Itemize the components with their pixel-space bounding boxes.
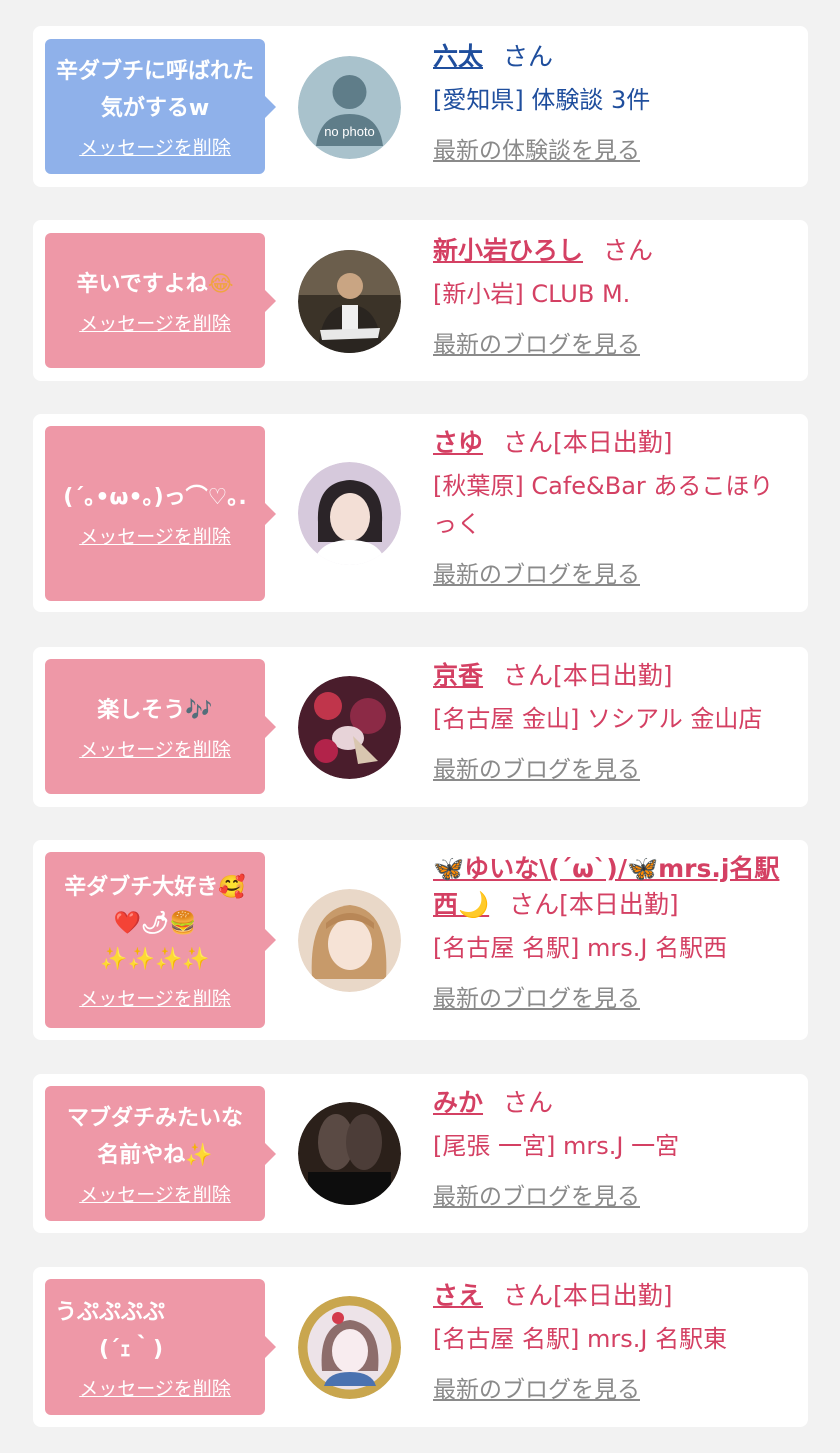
sender-name-link[interactable]: みか [433,1088,483,1117]
latest-review-link[interactable]: 最新の体験談を見る [433,131,640,165]
message-bubble: 辛ダブチに呼ばれた気がするw メッセージを削除 [45,39,276,174]
sender-info: みか さん [尾張 一宮] mrs.J 一宮 最新のブログを見る [433,1085,793,1211]
sender-shop: [新小岩] CLUB M. [433,280,631,308]
avatar[interactable]: no photo [298,56,401,159]
message-card: マブダチみたいな 名前やね✨ メッセージを削除 みか さん [尾張 一宮] mrs… [33,1074,808,1233]
message-card: 辛ダブチ大好き🥰 ❤️🌶🍔 ✨✨✨✨ メッセージを削除 🦋ゆいな\(´ω`)/🦋… [33,840,808,1040]
sender-honorific: さん[本日出勤] [503,661,673,690]
latest-blog-link[interactable]: 最新のブログを見る [433,750,640,784]
message-text: 楽しそう [97,697,186,723]
sender-honorific: さん [503,1088,554,1117]
message-text: うぷぷぷぷ (´ｪ｀) [55,1299,166,1362]
sender-honorific: さん[本日出勤] [503,428,673,457]
avatar-placeholder-text: no photo [324,124,375,139]
latest-blog-link[interactable]: 最新のブログを見る [433,325,640,359]
avatar[interactable] [298,1102,401,1205]
avatar[interactable] [298,462,401,565]
message-bubble: マブダチみたいな 名前やね✨ メッセージを削除 [45,1086,276,1221]
message-text: 辛ダブチに呼ばれた気がするw [55,59,254,121]
delete-message-link[interactable]: メッセージを削除 [79,309,231,336]
kimono-photo-avatar-icon [298,676,401,779]
sender-honorific: さん [503,42,554,71]
sender-info: 🦋ゆいな\(´ω`)/🦋mrs.j名駅西🌙 さん[本日出勤] [名古屋 名駅] m… [433,851,793,1013]
message-card: 辛いですよね😂 メッセージを削除 新小岩ひろし さん [新小岩] CLUB M. … [33,220,808,381]
girl-photo-avatar-icon [298,462,401,565]
delete-message-link[interactable]: メッセージを削除 [79,1180,231,1207]
blonde-girl-photo-avatar-icon [298,889,401,992]
sender-shop: [愛知県] 体験談 3件 [433,86,651,114]
delete-message-link[interactable]: メッセージを削除 [79,984,231,1011]
message-list: 辛ダブチに呼ばれた気がするw メッセージを削除 no photo 六太 さん [愛… [0,0,840,1453]
sender-info: 六太 さん [愛知県] 体験談 3件 最新の体験談を見る [433,39,793,165]
sender-shop: [名古屋 名駅] mrs.J 名駅西 [433,934,728,962]
message-bubble: (´｡•ω•｡)っ⌒♡｡. メッセージを削除 [45,426,276,601]
message-bubble: 辛ダブチ大好き🥰 ❤️🌶🍔 ✨✨✨✨ メッセージを削除 [45,852,276,1028]
delete-message-link[interactable]: メッセージを削除 [79,522,231,549]
latest-blog-link[interactable]: 最新のブログを見る [433,1370,640,1404]
sender-shop: [名古屋 名駅] mrs.J 名駅東 [433,1325,728,1353]
laugh-emoji-icon: 😂 [207,271,234,297]
sender-honorific: さん [603,236,654,265]
sender-shop: [秋葉原] Cafe&Bar あるこほりっく [433,472,774,538]
message-card: 辛ダブチに呼ばれた気がするw メッセージを削除 no photo 六太 さん [愛… [33,26,808,187]
message-text: (´｡•ω•｡)っ⌒♡｡. [63,484,247,510]
sender-info: 京香 さん[本日出勤] [名古屋 金山] ソシアル 金山店 最新のブログを見る [433,658,793,784]
sender-info: さえ さん[本日出勤] [名古屋 名駅] mrs.J 名駅東 最新のブログを見る [433,1278,793,1404]
legs-photo-avatar-icon [298,1102,401,1205]
sender-name-link[interactable]: 京香 [433,661,483,690]
avatar[interactable] [298,250,401,353]
message-text: マブダチみたいな 名前やね✨ [66,1106,243,1168]
framed-girl-photo-avatar-icon [298,1296,401,1399]
delete-message-link[interactable]: メッセージを削除 [79,1374,231,1401]
message-card: うぷぷぷぷ (´ｪ｀) メッセージを削除 さえ さん[本日出勤] [名古屋 名駅]… [33,1267,808,1427]
message-text: 辛いですよね [76,271,208,297]
sender-name-link[interactable]: さえ [433,1281,483,1310]
message-card: (´｡•ω•｡)っ⌒♡｡. メッセージを削除 さゆ さん[本日出勤] [秋葉原] … [33,414,808,612]
latest-blog-link[interactable]: 最新のブログを見る [433,555,640,589]
delete-message-link[interactable]: メッセージを削除 [79,735,231,762]
sender-honorific: さん[本日出勤] [509,890,679,919]
sender-name-link[interactable]: 新小岩ひろし [433,236,583,265]
message-bubble: 楽しそう🎶 メッセージを削除 [45,659,276,794]
sender-name-link[interactable]: 六太 [433,42,483,71]
avatar[interactable] [298,676,401,779]
avatar[interactable] [298,1296,401,1399]
delete-message-link[interactable]: メッセージを削除 [79,133,231,160]
message-bubble: うぷぷぷぷ (´ｪ｀) メッセージを削除 [45,1279,276,1415]
music-notes-emoji-icon: 🎶 [185,697,213,723]
message-card: 楽しそう🎶 メッセージを削除 京香 さん[本日出勤] [名古屋 金山] ソシアル … [33,647,808,807]
latest-blog-link[interactable]: 最新のブログを見る [433,1177,640,1211]
sender-shop: [尾張 一宮] mrs.J 一宮 [433,1132,680,1160]
sender-name-link[interactable]: さゆ [433,428,483,457]
sender-honorific: さん[本日出勤] [503,1281,673,1310]
avatar[interactable] [298,889,401,992]
sender-shop: [名古屋 金山] ソシアル 金山店 [433,705,763,733]
no-photo-avatar-icon: no photo [298,56,401,159]
latest-blog-link[interactable]: 最新のブログを見る [433,979,640,1013]
message-text: 辛ダブチ大好き🥰 ❤️🌶🍔 ✨✨✨✨ [64,874,246,972]
message-bubble: 辛いですよね😂 メッセージを削除 [45,233,276,368]
man-photo-avatar-icon [298,250,401,353]
sender-info: さゆ さん[本日出勤] [秋葉原] Cafe&Bar あるこほりっく 最新のブログ… [433,425,793,589]
sender-info: 新小岩ひろし さん [新小岩] CLUB M. 最新のブログを見る [433,233,793,359]
